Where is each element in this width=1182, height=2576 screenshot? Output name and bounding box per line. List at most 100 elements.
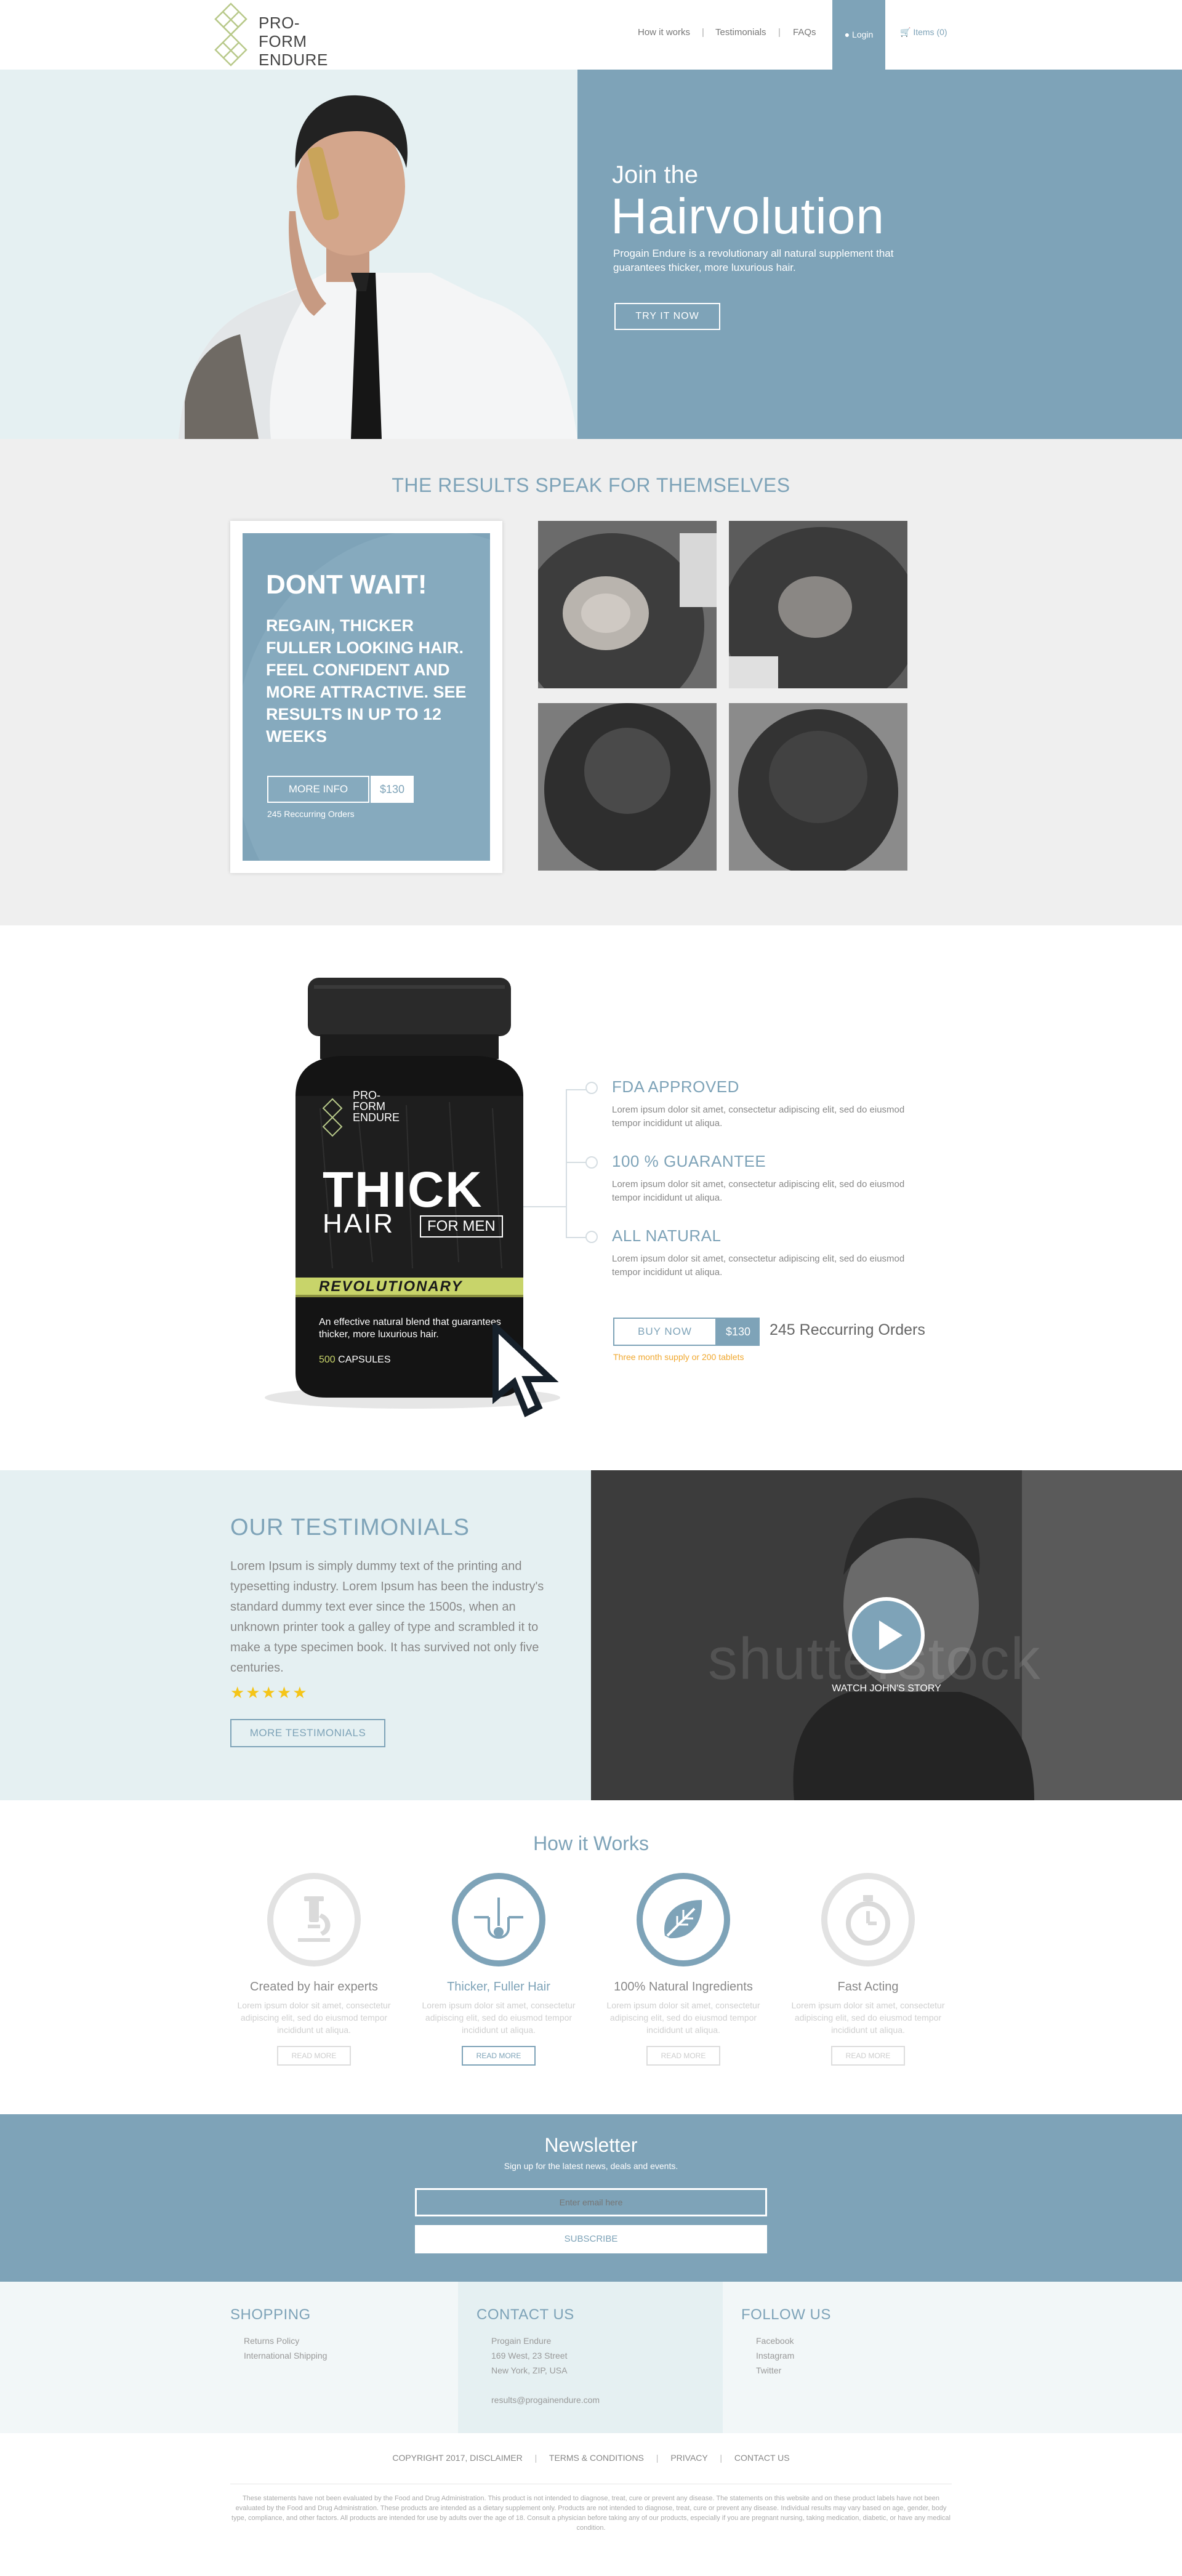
how-item-text: Lorem ipsum dolor sit amet, consectetur …	[237, 2000, 391, 2035]
nav-separator: |	[702, 27, 704, 38]
result-photo	[729, 521, 907, 688]
more-testimonials-button[interactable]: MORE TESTIMONIALS	[230, 1719, 385, 1747]
buy-now-button[interactable]: BUY NOW	[613, 1318, 717, 1346]
read-more-button[interactable]: READ MORE	[831, 2046, 905, 2066]
feature-title: FDA APPROVED	[612, 1077, 739, 1096]
contact-line: Progain Endure	[491, 2336, 552, 2346]
link-separator: |	[720, 2453, 723, 2463]
bottom-link-terms[interactable]: TERMS & CONDITIONS	[549, 2453, 644, 2463]
how-item-text: Lorem ipsum dolor sit amet, consectetur …	[422, 2000, 576, 2035]
promo-orders: 245 Reccurring Orders	[267, 809, 355, 819]
read-more-button[interactable]: READ MORE	[646, 2046, 720, 2066]
user-icon: ●	[844, 30, 853, 39]
feature-title: 100 % GUARANTEE	[612, 1152, 766, 1170]
feature-dot	[585, 1231, 598, 1243]
bottle-brand-line: PRO-	[353, 1089, 380, 1101]
cart-icon: 🛒	[900, 27, 914, 37]
capsules-label: CAPSULES	[338, 1354, 391, 1365]
how-item: Fast Acting Lorem ipsum dolor sit amet, …	[788, 1873, 948, 2066]
footer-shopping-title: SHOPPING	[230, 2306, 311, 2323]
more-info-button[interactable]: MORE INFO	[267, 776, 369, 803]
play-button[interactable]	[848, 1597, 925, 1673]
bottle-revolutionary: REVOLUTIONARY	[319, 1278, 463, 1295]
results-title: THE RESULTS SPEAK FOR THEMSELVES	[392, 474, 790, 496]
play-icon	[879, 1620, 903, 1650]
footer-contact-title: CONTACT US	[476, 2306, 574, 2323]
bottle-blurb: An effective natural blend that guarante…	[319, 1317, 501, 1340]
footer-follow-links: Facebook Instagram Twitter	[756, 2333, 794, 2378]
login-label: Login	[852, 30, 874, 39]
footer-link-instagram[interactable]: Instagram	[756, 2348, 794, 2363]
footer-shopping-links: Returns Policy International Shipping	[244, 2333, 327, 2363]
how-item-title: 100% Natural Ingredients	[614, 1980, 753, 1994]
how-item-text: Lorem ipsum dolor sit amet, consectetur …	[791, 2000, 945, 2035]
bottom-links: COPYRIGHT 2017, DISCLAIMER | TERMS & CON…	[0, 2453, 1182, 2463]
cart-link[interactable]: 🛒 Items (0)	[900, 27, 947, 38]
read-more-button[interactable]: READ MORE	[277, 2046, 351, 2066]
result-photo	[729, 703, 907, 871]
bottle-brand: PRO- FORM ENDURE	[353, 1090, 400, 1123]
microscope-icon	[267, 1873, 361, 1966]
bottle-for-men: FOR MEN	[420, 1215, 503, 1238]
logo-wordmark[interactable]: PRO- FORM ENDURE	[259, 14, 328, 69]
footer-link-returns[interactable]: Returns Policy	[244, 2333, 327, 2348]
hero-kicker: Join the	[612, 161, 699, 188]
nav-separator: |	[778, 27, 781, 38]
contact-email[interactable]: results@progainendure.com	[491, 2393, 600, 2407]
how-item-title: Created by hair experts	[250, 1980, 378, 1994]
buy-orders: 245 Reccurring Orders	[770, 1321, 925, 1338]
how-item: Thicker, Fuller Hair Lorem ipsum dolor s…	[419, 1873, 579, 2066]
how-item: 100% Natural Ingredients Lorem ipsum dol…	[603, 1873, 763, 2066]
stopwatch-icon	[821, 1873, 915, 1966]
bottom-link-contact[interactable]: CONTACT US	[734, 2453, 790, 2463]
logo-line: PRO-	[259, 14, 300, 32]
nav-faqs[interactable]: FAQs	[793, 27, 816, 38]
bottle-brand-line: ENDURE	[353, 1111, 400, 1124]
fda-disclaimer: These statements have not been evaluated…	[231, 2495, 951, 2532]
nav-how-it-works[interactable]: How it works	[638, 27, 690, 38]
hero-description: Progain Endure is a revolutionary all na…	[613, 248, 894, 273]
link-separator: |	[534, 2453, 537, 2463]
leaf-icon	[637, 1873, 730, 1966]
how-item: Created by hair experts Lorem ipsum dolo…	[234, 1873, 394, 2066]
buy-price: $130	[717, 1318, 760, 1346]
watch-story-label[interactable]: WATCH JOHN'S STORY	[794, 1683, 979, 1694]
contact-line: New York, ZIP, USA	[491, 2365, 568, 2375]
bottle-thick: THICK	[323, 1162, 483, 1218]
feature-dot	[585, 1082, 598, 1094]
hero-title: Hairvolution	[611, 188, 885, 244]
testimonials-title: OUR TESTIMONIALS	[230, 1515, 470, 1540]
nav-testimonials[interactable]: Testimonials	[715, 27, 766, 38]
feature-text: Lorem ipsum dolor sit amet, consectetur …	[612, 1105, 905, 1129]
feature-text: Lorem ipsum dolor sit amet, consectetur …	[612, 1179, 905, 1203]
bottle-hair: HAIR	[323, 1209, 395, 1239]
cursor-pointer-icon	[492, 1324, 559, 1417]
how-item-title: Fast Acting	[837, 1980, 899, 1994]
footer-link-twitter[interactable]: Twitter	[756, 2363, 794, 2378]
logo-line: FORM	[259, 32, 307, 50]
bottle-brand-line: FORM	[353, 1100, 385, 1113]
read-more-button[interactable]: READ MORE	[462, 2046, 536, 2066]
logo-icon[interactable]	[209, 2, 252, 66]
email-input[interactable]	[415, 2188, 767, 2216]
footer-link-shipping[interactable]: International Shipping	[244, 2348, 327, 2363]
cart-label: Items (0)	[913, 27, 947, 37]
contact-line: 169 West, 23 Street	[491, 2351, 568, 2361]
try-it-now-button[interactable]: TRY IT NOW	[614, 303, 720, 330]
hero-model-image	[179, 95, 577, 439]
feature-title: ALL NATURAL	[612, 1226, 722, 1245]
login-button[interactable]: ● Login	[832, 0, 885, 70]
footer-follow-title: FOLLOW US	[741, 2306, 831, 2323]
promo-price: $130	[371, 776, 414, 803]
promo-heading: DONT WAIT!	[266, 570, 427, 600]
how-item-text: Lorem ipsum dolor sit amet, consectetur …	[606, 2000, 760, 2035]
bottom-link-privacy[interactable]: PRIVACY	[670, 2453, 707, 2463]
subscribe-button[interactable]: SUBSCRIBE	[415, 2225, 767, 2253]
logo-line: ENDURE	[259, 50, 328, 69]
footer-link-facebook[interactable]: Facebook	[756, 2333, 794, 2348]
bottom-link-copyright[interactable]: COPYRIGHT 2017, DISCLAIMER	[392, 2453, 522, 2463]
feature-connector-lines	[523, 1089, 591, 1238]
promo-text: REGAIN, THICKER FULLER LOOKING HAIR. FEE…	[266, 616, 467, 746]
site-header	[0, 0, 1182, 70]
feature-dot	[585, 1156, 598, 1169]
